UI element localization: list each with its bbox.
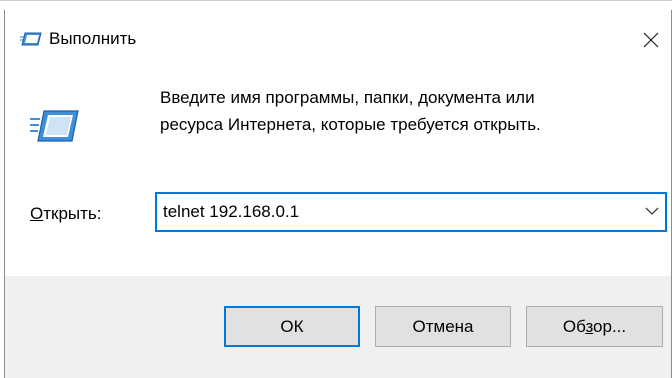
ok-button[interactable]: ОК <box>224 306 360 347</box>
title-bar[interactable]: Выполнить <box>5 10 671 66</box>
description-line: ресурса Интернета, которые требуется отк… <box>160 115 541 134</box>
description-line: Введите имя программы, папки, документа … <box>160 88 535 107</box>
open-input[interactable] <box>163 194 623 230</box>
run-icon <box>30 110 79 142</box>
run-dialog: Выполнить Введите имя программы, папки, … <box>4 10 672 378</box>
cancel-button[interactable]: Отмена <box>375 306 511 347</box>
open-label-mnemonic: О <box>30 204 44 223</box>
chevron-down-icon[interactable] <box>645 206 659 216</box>
browse-label: ор... <box>593 317 627 336</box>
window-title: Выполнить <box>49 29 137 48</box>
background-edge <box>0 0 672 1</box>
browse-label: Об <box>562 317 586 336</box>
open-label: Открыть: <box>30 204 102 224</box>
description-text: Введите имя программы, папки, документа … <box>160 84 541 138</box>
browse-mnemonic: з <box>585 317 594 336</box>
browse-button[interactable]: Обзор... <box>526 306 663 347</box>
open-combobox[interactable] <box>155 192 667 232</box>
close-icon[interactable] <box>631 20 671 60</box>
dialog-content: Введите имя программы, папки, документа … <box>5 66 671 276</box>
open-label-text: ткрыть: <box>43 204 102 223</box>
run-icon <box>20 32 42 46</box>
button-bar: ОК Отмена Обзор... <box>5 276 671 378</box>
